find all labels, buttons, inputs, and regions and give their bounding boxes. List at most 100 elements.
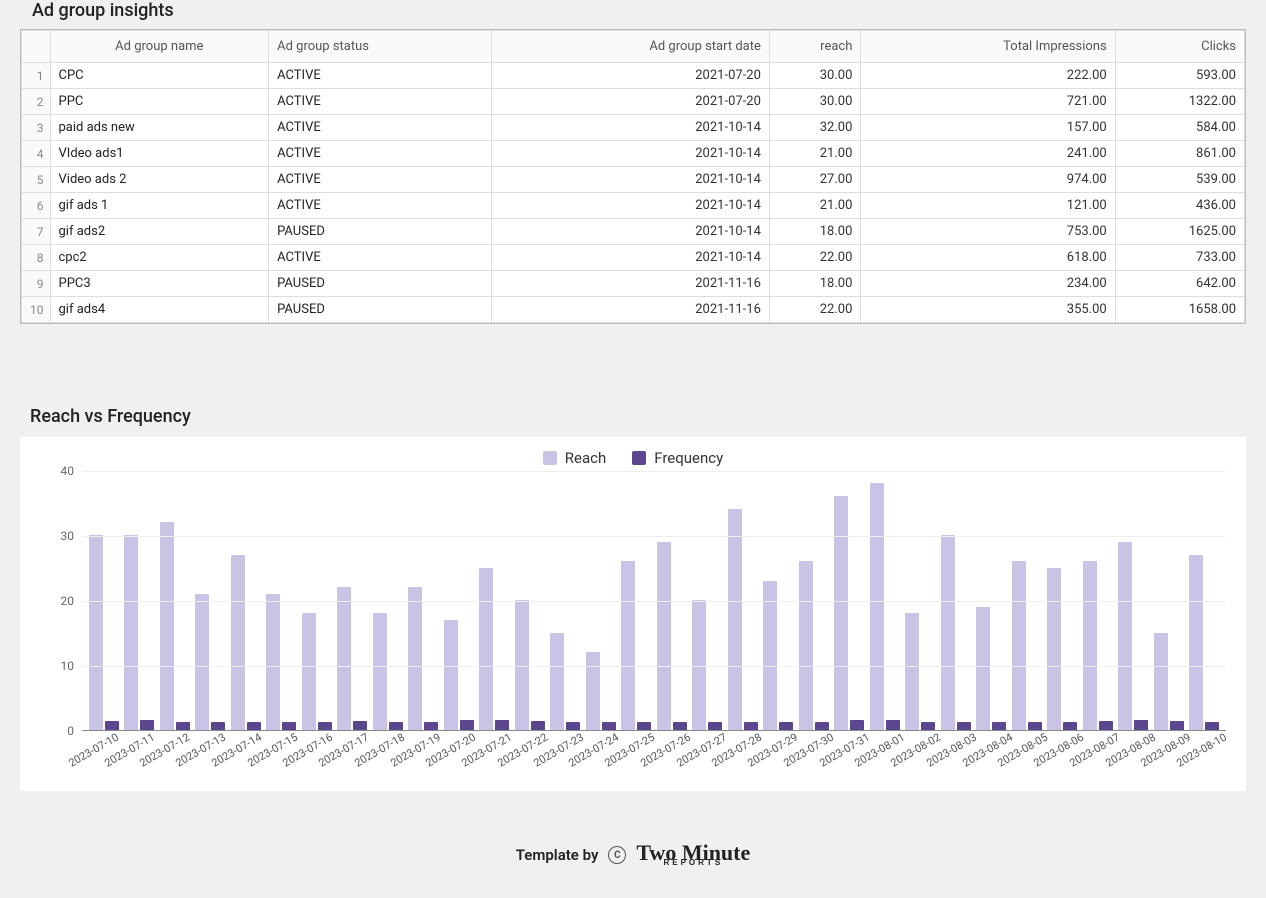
bar-reach: [337, 587, 351, 730]
bar-group[interactable]: [761, 581, 797, 731]
bar-reach: [444, 620, 458, 731]
cell-impressions: 157.00: [861, 115, 1115, 141]
cell-impressions: 721.00: [861, 89, 1115, 115]
cell-clicks: 584.00: [1115, 115, 1244, 141]
bar-frequency: [140, 720, 154, 730]
bar-group[interactable]: [832, 496, 868, 730]
cell-clicks: 1658.00: [1115, 297, 1244, 323]
bar-group[interactable]: [974, 607, 1010, 731]
chart-gridline: [82, 666, 1226, 667]
bar-frequency: [744, 722, 758, 730]
bar-frequency: [424, 722, 438, 730]
bar-group[interactable]: [583, 652, 619, 730]
cell-impressions: 974.00: [861, 167, 1115, 193]
bar-frequency: [957, 722, 971, 730]
table-row[interactable]: 6gif ads 1ACTIVE2021-10-1421.00121.00436…: [22, 193, 1245, 219]
bar-group[interactable]: [512, 600, 548, 730]
table-row[interactable]: 9PPC3PAUSED2021-11-1618.00234.00642.00: [22, 271, 1245, 297]
bar-frequency: [850, 720, 864, 730]
bar-reach: [160, 522, 174, 730]
table-row[interactable]: 8cpc2ACTIVE2021-10-1422.00618.00733.00: [22, 245, 1245, 271]
bar-group[interactable]: [867, 483, 903, 730]
bar-group[interactable]: [477, 568, 513, 731]
bar-group[interactable]: [122, 535, 158, 730]
col-impressions[interactable]: Total Impressions: [861, 31, 1115, 63]
bar-group[interactable]: [441, 620, 477, 731]
cell-start-date: 2021-10-14: [491, 219, 769, 245]
cell-start-date: 2021-10-14: [491, 167, 769, 193]
legend-label-frequency: Frequency: [654, 449, 723, 467]
table-row[interactable]: 2PPCACTIVE2021-07-2030.00721.001322.00: [22, 89, 1245, 115]
table-row[interactable]: 3paid ads newACTIVE2021-10-1432.00157.00…: [22, 115, 1245, 141]
bar-group[interactable]: [1009, 561, 1045, 730]
bar-reach: [124, 535, 138, 730]
row-index: 8: [22, 245, 51, 271]
row-index: 5: [22, 167, 51, 193]
cell-impressions: 241.00: [861, 141, 1115, 167]
footer-prefix: Template by: [516, 846, 599, 864]
cell-clicks: 539.00: [1115, 167, 1244, 193]
bar-group[interactable]: [1116, 542, 1152, 731]
bar-group[interactable]: [299, 613, 335, 730]
cell-ad-group-name: gif ads4: [50, 297, 269, 323]
cell-impressions: 234.00: [861, 271, 1115, 297]
bar-group[interactable]: [938, 535, 974, 730]
cell-reach: 32.00: [769, 115, 860, 141]
table-row[interactable]: 7gif ads2PAUSED2021-10-1418.00753.001625…: [22, 219, 1245, 245]
cell-ad-group-status: ACTIVE: [269, 193, 492, 219]
y-tick: 0: [50, 724, 74, 738]
bar-group[interactable]: [86, 535, 122, 730]
col-name[interactable]: Ad group name: [50, 31, 269, 63]
table-header-row: Ad group name Ad group status Ad group s…: [22, 31, 1245, 63]
row-index: 6: [22, 193, 51, 219]
bar-frequency: [921, 722, 935, 730]
col-start-date[interactable]: Ad group start date: [491, 31, 769, 63]
bar-group[interactable]: [654, 542, 690, 731]
table-row[interactable]: 4VIdeo ads1ACTIVE2021-10-1421.00241.0086…: [22, 141, 1245, 167]
bar-group[interactable]: [370, 613, 406, 730]
col-clicks[interactable]: Clicks: [1115, 31, 1244, 63]
bar-group[interactable]: [1187, 555, 1223, 731]
bar-group[interactable]: [690, 600, 726, 730]
cell-ad-group-status: ACTIVE: [269, 89, 492, 115]
bar-frequency: [886, 720, 900, 730]
bar-frequency: [353, 721, 367, 730]
table-row[interactable]: 1CPCACTIVE2021-07-2030.00222.00593.00: [22, 63, 1245, 89]
legend-item-reach[interactable]: Reach: [543, 449, 606, 467]
cell-clicks: 1322.00: [1115, 89, 1244, 115]
cell-reach: 21.00: [769, 141, 860, 167]
cell-reach: 30.00: [769, 63, 860, 89]
bar-group[interactable]: [335, 587, 371, 730]
cell-start-date: 2021-10-14: [491, 193, 769, 219]
bar-group[interactable]: [548, 633, 584, 731]
legend-item-frequency[interactable]: Frequency: [632, 449, 723, 467]
row-index: 3: [22, 115, 51, 141]
table-section-title: Ad group insights: [20, 0, 1246, 29]
col-reach[interactable]: reach: [769, 31, 860, 63]
bar-group[interactable]: [157, 522, 193, 730]
col-status[interactable]: Ad group status: [269, 31, 492, 63]
table-row[interactable]: 10gif ads4PAUSED2021-11-1622.00355.00165…: [22, 297, 1245, 323]
bar-group[interactable]: [264, 594, 300, 731]
bar-group[interactable]: [796, 561, 832, 730]
bar-group[interactable]: [228, 555, 264, 731]
cell-ad-group-name: paid ads new: [50, 115, 269, 141]
row-index: 9: [22, 271, 51, 297]
bar-group[interactable]: [1080, 561, 1116, 730]
bar-group[interactable]: [619, 561, 655, 730]
cell-reach: 30.00: [769, 89, 860, 115]
bar-group[interactable]: [725, 509, 761, 730]
bar-group[interactable]: [1151, 633, 1187, 731]
bar-group[interactable]: [406, 587, 442, 730]
bar-reach: [195, 594, 209, 731]
cell-ad-group-status: ACTIVE: [269, 115, 492, 141]
table-row[interactable]: 5Video ads 2ACTIVE2021-10-1427.00974.005…: [22, 167, 1245, 193]
cell-start-date: 2021-07-20: [491, 63, 769, 89]
bar-group[interactable]: [903, 613, 939, 730]
bar-frequency: [815, 722, 829, 730]
bar-group[interactable]: [1045, 568, 1081, 731]
bar-frequency: [495, 720, 509, 730]
bar-frequency: [602, 722, 616, 730]
bar-group[interactable]: [193, 594, 229, 731]
cell-clicks: 642.00: [1115, 271, 1244, 297]
